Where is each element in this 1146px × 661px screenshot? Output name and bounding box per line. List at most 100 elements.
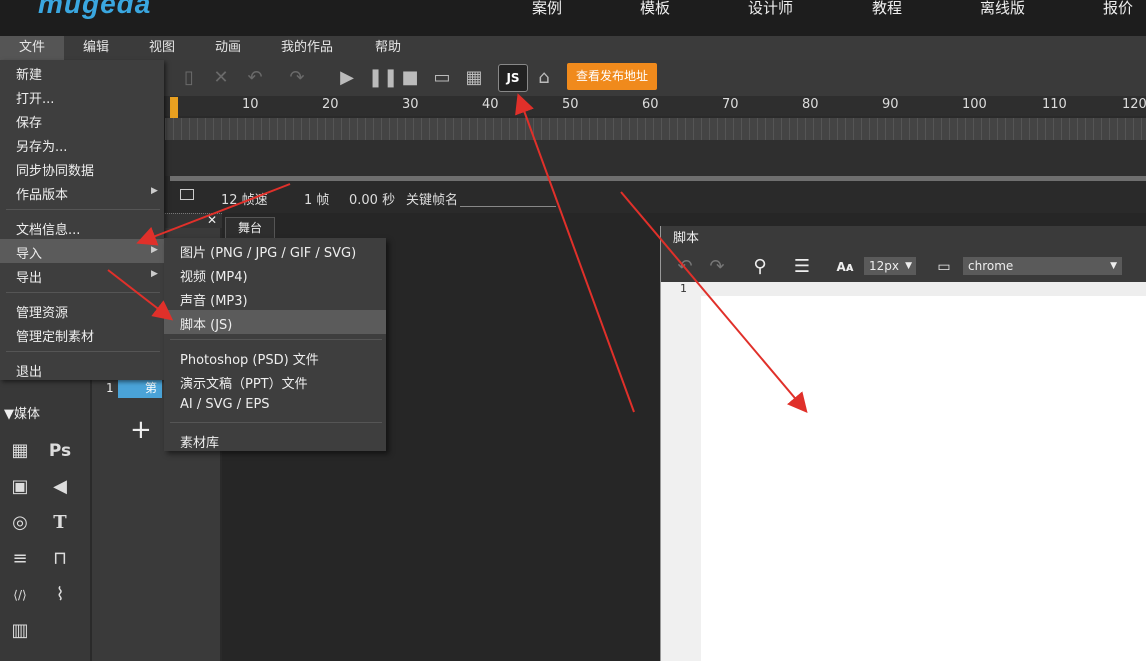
chart-icon[interactable]: ⌇ <box>47 582 73 608</box>
layer-row[interactable]: 第 <box>118 378 162 398</box>
menu-export[interactable]: 导出 <box>16 267 42 286</box>
mugeda-logo[interactable]: mugeda <box>38 0 151 20</box>
view-publish-url-button[interactable]: 查看发布地址 <box>567 63 657 90</box>
active-line <box>701 282 1146 296</box>
playhead[interactable] <box>170 97 178 119</box>
import-video[interactable]: 视频 (MP4) <box>180 266 248 285</box>
menu-divider <box>170 339 382 340</box>
js-script-button[interactable]: JS <box>498 64 528 92</box>
search-icon[interactable]: ⚲ <box>749 256 771 278</box>
import-audio[interactable]: 声音 (MP3) <box>180 290 248 309</box>
ruler-tick: 20 <box>322 97 339 112</box>
menu-import[interactable]: 导入 <box>16 243 42 262</box>
timeline-area <box>165 140 1146 176</box>
keyframe-name-label: 关键帧名 <box>406 193 459 208</box>
code-editor[interactable] <box>701 296 1146 661</box>
submenu-caret-icon: ▶ <box>151 269 158 279</box>
menu-versions[interactable]: 作品版本 <box>16 184 68 203</box>
import-script[interactable]: 脚本 (JS) <box>180 314 232 333</box>
top-header <box>0 0 1146 36</box>
menu-edit[interactable]: 编辑 <box>83 36 109 60</box>
nav-tutorials[interactable]: 教程 <box>872 0 902 18</box>
photoshop-icon[interactable]: Ps <box>47 438 73 464</box>
import-asset-library[interactable]: 素材库 <box>180 432 219 451</box>
menu-exit[interactable]: 退出 <box>16 361 42 380</box>
menu-new[interactable]: 新建 <box>16 64 42 83</box>
tab-stage[interactable]: 舞台 <box>225 217 275 239</box>
ruler-tick: 100 <box>962 97 987 112</box>
list-icon[interactable]: ☰ <box>791 256 813 278</box>
keyframe-name-input[interactable] <box>460 206 556 207</box>
slideshow-icon[interactable]: ⊓ <box>47 546 73 572</box>
film-strip-icon[interactable]: ▥ <box>7 618 33 644</box>
nav-templates[interactable]: 模板 <box>640 0 670 18</box>
media-section-heading[interactable]: ▼媒体 <box>4 403 40 422</box>
menu-doc-info[interactable]: 文档信息... <box>16 219 80 238</box>
import-psd[interactable]: Photoshop (PSD) 文件 <box>180 349 319 368</box>
audio-icon[interactable]: ◀ <box>47 474 73 500</box>
import-ppt[interactable]: 演示文稿（PPT）文件 <box>180 373 308 392</box>
ruler-tick: 10 <box>242 97 259 112</box>
nav-pricing[interactable]: 报价 <box>1103 0 1133 18</box>
layer-icon[interactable] <box>180 189 194 200</box>
theme-select[interactable]: chrome ▼ <box>963 257 1122 275</box>
menu-save[interactable]: 保存 <box>16 112 42 131</box>
line-gutter <box>661 282 701 661</box>
menu-animation[interactable]: 动画 <box>215 36 241 60</box>
menu-manage-assets[interactable]: 管理资源 <box>16 302 68 321</box>
menu-divider <box>170 422 382 423</box>
seconds-value: 0.00 秒 <box>349 193 396 208</box>
menu-view[interactable]: 视图 <box>149 36 175 60</box>
menu-my-works[interactable]: 我的作品 <box>281 36 333 60</box>
timeline-track[interactable] <box>165 118 1146 140</box>
import-ai-svg-eps[interactable]: AI / SVG / EPS <box>180 397 270 412</box>
grid-icon[interactable]: ▦ <box>7 438 33 464</box>
font-size-icon: Aᴀ <box>836 260 854 274</box>
import-image[interactable]: 图片 (PNG / JPG / GIF / SVG) <box>180 242 356 261</box>
image-icon[interactable]: ▣ <box>7 474 33 500</box>
menu-open[interactable]: 打开... <box>16 88 54 107</box>
menu-divider <box>6 351 160 352</box>
ruler-tick: 50 <box>562 97 579 112</box>
paragraph-icon[interactable]: ≡ <box>7 546 33 572</box>
ruler-tick: 70 <box>722 97 739 112</box>
redo-icon[interactable]: ↷ <box>286 67 308 89</box>
library-icon[interactable]: ⌂ <box>533 67 555 89</box>
undo-icon[interactable]: ↶ <box>674 256 696 278</box>
add-layer-icon[interactable]: + <box>130 415 152 445</box>
qrcode-icon[interactable]: ▦ <box>463 67 485 89</box>
menu-help[interactable]: 帮助 <box>375 36 401 60</box>
font-size-value: 12px <box>869 259 899 273</box>
menu-manage-custom-assets[interactable]: 管理定制素材 <box>16 326 94 345</box>
timeline-scrollbar[interactable] <box>170 176 1146 181</box>
code-icon[interactable]: ⟨/⟩ <box>7 582 33 608</box>
ruler-tick: 40 <box>482 97 499 112</box>
menu-divider <box>6 292 160 293</box>
pause-icon[interactable]: ❚❚ <box>368 67 398 89</box>
ruler-tick: 30 <box>402 97 419 112</box>
paste-icon[interactable]: ▯ <box>178 67 200 89</box>
video-reel-icon[interactable]: ◎ <box>7 510 33 536</box>
line-number: 1 <box>680 282 687 295</box>
frame-value: 1 帧 <box>304 193 330 208</box>
font-size-select[interactable]: 12px ▼ <box>864 257 916 275</box>
delete-icon[interactable]: ✕ <box>210 67 232 89</box>
ruler-tick: 60 <box>642 97 659 112</box>
nav-designers[interactable]: 设计师 <box>748 0 793 18</box>
undo-icon[interactable]: ↶ <box>244 67 266 89</box>
nav-offline[interactable]: 离线版 <box>980 0 1025 18</box>
preview-icon[interactable]: ▭ <box>431 67 453 89</box>
menu-sync-data[interactable]: 同步协同数据 <box>16 160 94 179</box>
theme-value: chrome <box>968 259 1014 273</box>
play-icon[interactable]: ▶ <box>336 67 358 89</box>
fps-value[interactable]: 12 帧速 <box>221 189 268 208</box>
menu-file[interactable]: 文件 <box>0 36 64 60</box>
close-icon[interactable]: ✕ <box>207 213 217 227</box>
menu-save-as[interactable]: 另存为... <box>16 136 67 155</box>
nav-cases[interactable]: 案例 <box>532 0 562 18</box>
redo-icon[interactable]: ↷ <box>706 256 728 278</box>
ruler-tick: 90 <box>882 97 899 112</box>
text-icon[interactable]: T <box>47 510 73 536</box>
submenu-caret-icon: ▶ <box>151 245 158 255</box>
stop-icon[interactable]: ■ <box>399 67 421 89</box>
